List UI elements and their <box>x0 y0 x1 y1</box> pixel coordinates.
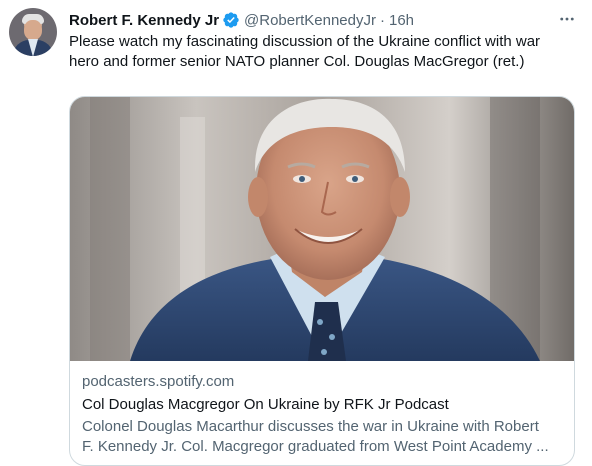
card-description: Colonel Douglas Macarthur discusses the … <box>82 417 566 457</box>
avatar[interactable] <box>9 8 57 56</box>
card-meta[interactable]: podcasters.spotify.com Col Douglas Macgr… <box>82 372 566 457</box>
portrait-photo <box>70 97 574 361</box>
tweet-text-line: hero and former senior NATO planner Col.… <box>69 53 525 70</box>
avatar-face <box>24 20 42 40</box>
author-handle[interactable]: @RobertKennedyJr <box>244 12 376 29</box>
tweet-text-line: Please watch my fascinating discussion o… <box>69 33 541 50</box>
timestamp[interactable]: 16h <box>389 12 414 29</box>
separator-dot: · <box>380 11 385 29</box>
tweet[interactable]: Robert F. Kennedy Jr @RobertKennedyJr · … <box>0 0 592 466</box>
card-thumbnail-image[interactable] <box>70 97 574 361</box>
card-description-line: F. Kennedy Jr. Col. Macgregor graduated … <box>82 438 549 455</box>
card-title[interactable]: Col Douglas Macgregor On Ukraine by RFK … <box>82 395 566 415</box>
author-name[interactable]: Robert F. Kennedy Jr <box>69 12 219 29</box>
tweet-header: Robert F. Kennedy Jr @RobertKennedyJr · … <box>69 10 414 30</box>
card-description-line: Colonel Douglas Macarthur discusses the … <box>82 418 539 435</box>
card-domain[interactable]: podcasters.spotify.com <box>82 372 566 392</box>
link-preview-card[interactable]: podcasters.spotify.com Col Douglas Macgr… <box>69 96 575 466</box>
verified-badge-icon[interactable] <box>222 11 240 29</box>
tweet-text: Please watch my fascinating discussion o… <box>69 32 574 72</box>
more-options-icon[interactable] <box>558 10 576 28</box>
